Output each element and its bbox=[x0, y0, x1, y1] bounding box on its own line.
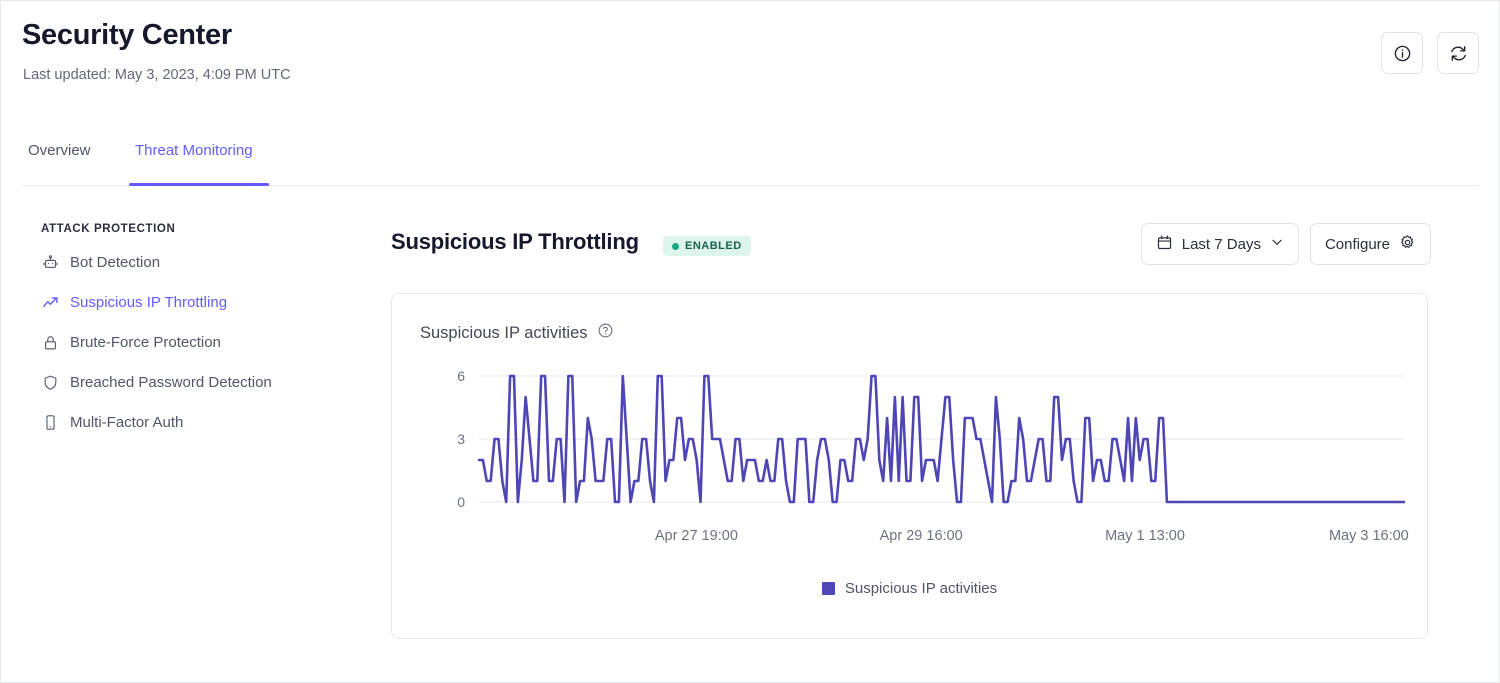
calendar-icon bbox=[1156, 234, 1173, 255]
date-range-label: Last 7 Days bbox=[1181, 235, 1261, 253]
x-axis-tick-label: Apr 27 19:00 bbox=[655, 528, 738, 544]
tab-threat-monitoring[interactable]: Threat Monitoring bbox=[129, 141, 259, 173]
main-panel: Suspicious IP Throttling ENABLED Last 7 … bbox=[391, 223, 1431, 275]
legend-label: Suspicious IP activities bbox=[844, 580, 998, 597]
sidebar-label: Breached Password Detection bbox=[70, 374, 272, 391]
active-tab-indicator bbox=[129, 183, 269, 186]
chevron-down-icon bbox=[1270, 235, 1284, 253]
chart-plot-area: 0 3 6 Apr 27 19:00 Apr 29 16:00 May 1 13:00 Ma… bbox=[392, 362, 1429, 582]
page-title: Security Center bbox=[22, 19, 232, 51]
sidebar-label: Bot Detection bbox=[70, 254, 161, 271]
date-range-selector[interactable]: Last 7 Days bbox=[1140, 223, 1299, 265]
security-center-page: Security Center Last updated: May 3, 202… bbox=[0, 0, 1500, 683]
panel-header: Suspicious IP Throttling ENABLED Last 7 … bbox=[391, 223, 1431, 275]
mobile-icon bbox=[41, 414, 59, 432]
y-axis-tick-label: 6 bbox=[457, 368, 465, 384]
chart-card: Suspicious IP activities 0 3 6 Apr 27 19:00… bbox=[391, 293, 1428, 639]
trending-up-icon bbox=[41, 294, 59, 312]
chart-legend: Suspicious IP activities bbox=[392, 580, 1427, 597]
sidebar-label: Brute-Force Protection bbox=[70, 334, 221, 351]
panel-controls: Last 7 Days Configure bbox=[1140, 223, 1431, 265]
sidebar-item-bot-detection[interactable]: Bot Detection bbox=[41, 250, 361, 275]
line-chart: 0 3 6 Apr 27 19:00 Apr 29 16:00 May 1 13:00 Ma… bbox=[457, 368, 1409, 544]
panel-title: Suspicious IP Throttling bbox=[391, 229, 639, 254]
chart-card-header: Suspicious IP activities bbox=[420, 322, 614, 344]
last-updated-text: Last updated: May 3, 2023, 4:09 PM UTC bbox=[23, 67, 291, 83]
tab-bar: Overview Threat Monitoring bbox=[22, 141, 1479, 186]
sidebar-label: Suspicious IP Throttling bbox=[70, 294, 228, 311]
x-axis-tick-label: Apr 29 16:00 bbox=[880, 528, 963, 544]
y-axis-tick-label: 3 bbox=[457, 431, 465, 447]
question-circle-icon[interactable] bbox=[597, 322, 614, 344]
sidebar-item-brute-force-protection[interactable]: Brute-Force Protection bbox=[41, 330, 361, 355]
info-icon bbox=[1393, 44, 1412, 63]
lock-icon bbox=[41, 334, 59, 352]
x-axis-tick-label: May 1 13:00 bbox=[1105, 528, 1185, 544]
configure-label: Configure bbox=[1324, 235, 1390, 253]
status-badge: ENABLED bbox=[663, 236, 751, 256]
tab-overview[interactable]: Overview bbox=[22, 141, 97, 173]
refresh-icon bbox=[1449, 44, 1468, 63]
x-axis-tick-label: May 3 16:00 bbox=[1329, 528, 1409, 544]
sidebar-heading: ATTACK PROTECTION bbox=[41, 223, 176, 235]
sidebar: ATTACK PROTECTION Bot Detection Suspicio… bbox=[41, 223, 361, 450]
sidebar-label: Multi-Factor Auth bbox=[70, 414, 184, 431]
sidebar-item-breached-password-detection[interactable]: Breached Password Detection bbox=[41, 370, 361, 395]
status-badge-label: ENABLED bbox=[685, 240, 742, 252]
refresh-button[interactable] bbox=[1437, 32, 1479, 74]
y-axis-tick-label: 0 bbox=[457, 494, 465, 510]
chart-title: Suspicious IP activities bbox=[420, 323, 588, 342]
robot-icon bbox=[41, 254, 59, 272]
gear-icon bbox=[1399, 234, 1416, 255]
configure-button[interactable]: Configure bbox=[1309, 223, 1431, 265]
sidebar-item-suspicious-ip-throttling[interactable]: Suspicious IP Throttling bbox=[41, 290, 361, 315]
status-dot-icon bbox=[672, 242, 679, 250]
header-actions bbox=[1381, 32, 1479, 74]
sidebar-item-multi-factor-auth[interactable]: Multi-Factor Auth bbox=[41, 410, 361, 435]
legend-swatch-icon bbox=[821, 582, 835, 595]
info-button[interactable] bbox=[1381, 32, 1423, 74]
page-header: Security Center Last updated: May 3, 202… bbox=[1, 1, 1500, 121]
shield-icon bbox=[41, 374, 59, 392]
